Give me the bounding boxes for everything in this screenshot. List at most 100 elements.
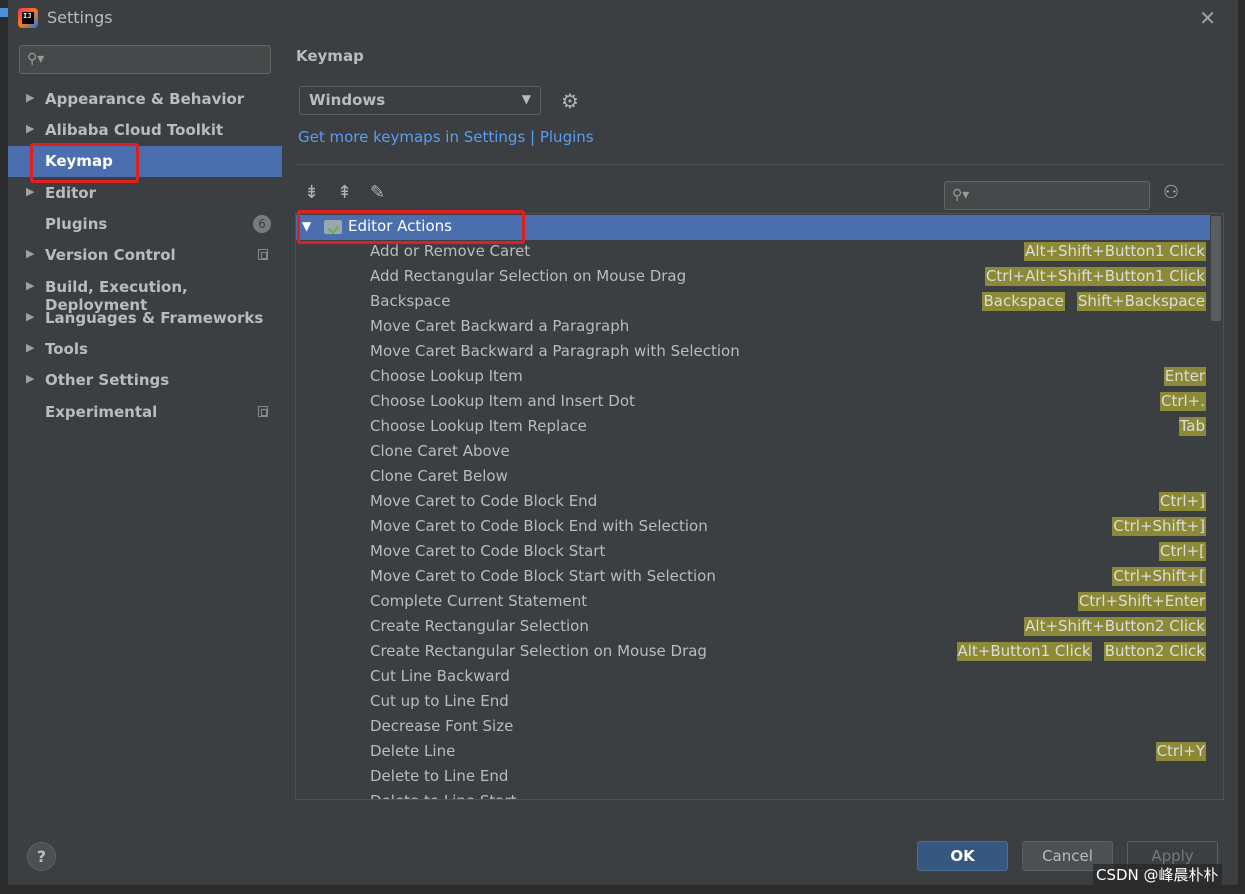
shortcut-list: Backspace Shift+Backspace <box>982 292 1206 311</box>
action-row[interactable]: Move Caret Backward a Paragraph with Sel… <box>296 340 1210 365</box>
tree-group-editor-actions[interactable]: ▼ Editor Actions <box>296 215 1210 240</box>
sidebar-item[interactable]: ▶ Languages & Frameworks <box>8 303 282 334</box>
scrollbar-thumb[interactable] <box>1211 216 1221 321</box>
sidebar-item[interactable]: ▶ Version Control <box>8 240 282 271</box>
chevron-right-icon[interactable]: ▶ <box>26 91 34 104</box>
keymap-panel: Keymap Windows ▼ ⚙ Get more keymaps in S… <box>282 36 1238 826</box>
chevron-right-icon[interactable]: ▶ <box>26 372 34 385</box>
sidebar-item[interactable]: Plugins 6 <box>8 209 282 240</box>
sidebar-item-label: Experimental <box>45 403 158 421</box>
shortcut-badge: Ctrl+Shift+Enter <box>1077 592 1206 611</box>
action-name: Create Rectangular Selection on Mouse Dr… <box>370 642 707 660</box>
sidebar-item-label: Other Settings <box>45 371 170 389</box>
action-row[interactable]: Delete Line Ctrl+Y <box>296 740 1210 765</box>
action-row[interactable]: Create Rectangular Selection Alt+Shift+Bu… <box>296 615 1210 640</box>
shortcut-badge: Ctrl+. <box>1159 392 1206 411</box>
sidebar-item-label: Version Control <box>45 246 176 264</box>
action-row[interactable]: Choose Lookup Item and Insert Dot Ctrl+. <box>296 390 1210 415</box>
keymap-select[interactable]: Windows ▼ <box>299 86 541 115</box>
action-row[interactable]: Move Caret to Code Block Start with Sele… <box>296 565 1210 590</box>
background-edge <box>0 0 8 894</box>
action-row[interactable]: Choose Lookup Item Replace Tab <box>296 415 1210 440</box>
expand-triangle-icon[interactable]: ▼ <box>302 219 311 233</box>
action-row[interactable]: Delete to Line End <box>296 765 1210 790</box>
action-row[interactable]: Clone Caret Above <box>296 440 1210 465</box>
action-name: Move Caret to Code Block Start with Sele… <box>370 567 716 585</box>
chevron-right-icon[interactable]: ▶ <box>26 279 34 292</box>
shortcut-list: Alt+Button1 Click Button2 Click <box>956 642 1206 661</box>
action-row[interactable]: Clone Caret Below <box>296 465 1210 490</box>
window-title: Settings <box>47 8 113 27</box>
sidebar-item[interactable]: ▶ Appearance & Behavior <box>8 84 282 115</box>
action-name: Choose Lookup Item <box>370 367 523 385</box>
chevron-right-icon[interactable]: ▶ <box>26 247 34 260</box>
expand-all-icon[interactable]: ⇟ <box>304 182 319 203</box>
shortcut-list: Ctrl+Shift+Enter <box>1077 592 1206 611</box>
action-row[interactable]: Choose Lookup Item Enter <box>296 365 1210 390</box>
shortcut-list: Ctrl+] <box>1158 492 1206 511</box>
settings-dialog: IJ Settings ✕ ⚲▾ ▶ Appearance & Behavior ▶… <box>0 0 1245 894</box>
action-name: Move Caret to Code Block Start <box>370 542 606 560</box>
actions-tree[interactable]: ▼ Editor Actions Add or Remove Caret Alt+… <box>295 213 1224 800</box>
chevron-right-icon[interactable]: ▶ <box>26 310 34 323</box>
action-row[interactable]: Move Caret Backward a Paragraph <box>296 315 1210 340</box>
sidebar-item[interactable]: ▶ Alibaba Cloud Toolkit <box>8 115 282 146</box>
chevron-right-icon[interactable]: ▶ <box>26 341 34 354</box>
action-row[interactable]: Cut Line Backward <box>296 665 1210 690</box>
shortcut-list: Ctrl+. <box>1159 392 1206 411</box>
sidebar-item[interactable]: ▶ Tools <box>8 334 282 365</box>
get-more-keymaps-link[interactable]: Get more keymaps in Settings | Plugins <box>298 128 594 146</box>
action-name: Move Caret to Code Block End with Select… <box>370 517 708 535</box>
sidebar-item[interactable]: Experimental <box>8 397 282 428</box>
sidebar-item[interactable]: Keymap <box>8 146 282 177</box>
action-row[interactable]: Backspace Backspace Shift+Backspace <box>296 290 1210 315</box>
shortcut-list: Ctrl+[ <box>1158 542 1206 561</box>
action-row[interactable]: Create Rectangular Selection on Mouse Dr… <box>296 640 1210 665</box>
sidebar-item-label: Editor <box>45 184 96 202</box>
sidebar-search-input[interactable]: ⚲▾ <box>19 45 271 74</box>
action-name: Add or Remove Caret <box>370 242 531 260</box>
action-name: Move Caret Backward a Paragraph with Sel… <box>370 342 740 360</box>
keymap-search-input[interactable]: ⚲▾ <box>944 181 1150 210</box>
sidebar-item[interactable]: ▶ Build, Execution, Deployment <box>8 272 282 314</box>
action-row[interactable]: Add Rectangular Selection on Mouse Drag C… <box>296 265 1210 290</box>
gear-icon[interactable]: ⚙ <box>561 89 579 113</box>
shortcut-badge: Ctrl+[ <box>1158 542 1206 561</box>
shortcut-list: Tab <box>1178 417 1206 436</box>
project-level-icon <box>258 406 268 417</box>
action-row[interactable]: Cut up to Line End <box>296 690 1210 715</box>
sidebar-item[interactable]: ▶ Other Settings <box>8 365 282 396</box>
action-row[interactable]: Add or Remove Caret Alt+Shift+Button1 Cli… <box>296 240 1210 265</box>
chevron-right-icon[interactable]: ▶ <box>26 122 34 135</box>
shortcut-badge: Alt+Shift+Button2 Click <box>1024 617 1206 636</box>
close-icon[interactable]: ✕ <box>1199 6 1216 30</box>
keymap-select-value: Windows <box>309 91 386 109</box>
shortcut-badge: Alt+Button1 Click <box>956 642 1092 661</box>
action-row[interactable]: Decrease Font Size <box>296 715 1210 740</box>
pencil-icon[interactable]: ✎ <box>370 182 385 203</box>
ok-button[interactable]: OK <box>917 841 1008 871</box>
action-row[interactable]: Move Caret to Code Block End with Select… <box>296 515 1210 540</box>
search-icon: ⚲▾ <box>27 51 45 67</box>
sidebar-item-label: Tools <box>45 340 88 358</box>
sidebar-item[interactable]: ▶ Editor <box>8 178 282 209</box>
shortcut-badge: Ctrl+Shift+[ <box>1112 567 1206 586</box>
help-button[interactable]: ? <box>27 842 56 871</box>
action-row[interactable]: Move Caret to Code Block Start Ctrl+[ <box>296 540 1210 565</box>
collapse-all-icon[interactable]: ⇞ <box>337 182 352 203</box>
shortcut-list: Ctrl+Shift+[ <box>1112 567 1206 586</box>
separator <box>296 164 1224 165</box>
sidebar-item-label: Alibaba Cloud Toolkit <box>45 121 224 139</box>
page-title: Keymap <box>296 47 364 65</box>
action-name: Choose Lookup Item and Insert Dot <box>370 392 635 410</box>
action-name: Create Rectangular Selection <box>370 617 589 635</box>
action-row[interactable]: Complete Current Statement Ctrl+Shift+Ent… <box>296 590 1210 615</box>
background-edge <box>1238 0 1245 894</box>
chevron-right-icon[interactable]: ▶ <box>26 185 34 198</box>
find-shortcut-icon[interactable]: ⚇ <box>1163 182 1179 203</box>
action-row[interactable]: Delete to Line Start <box>296 790 1210 799</box>
background-edge <box>0 885 1245 894</box>
action-name: Cut up to Line End <box>370 692 509 710</box>
action-row[interactable]: Move Caret to Code Block End Ctrl+] <box>296 490 1210 515</box>
shortcut-list: Ctrl+Shift+] <box>1112 517 1206 536</box>
